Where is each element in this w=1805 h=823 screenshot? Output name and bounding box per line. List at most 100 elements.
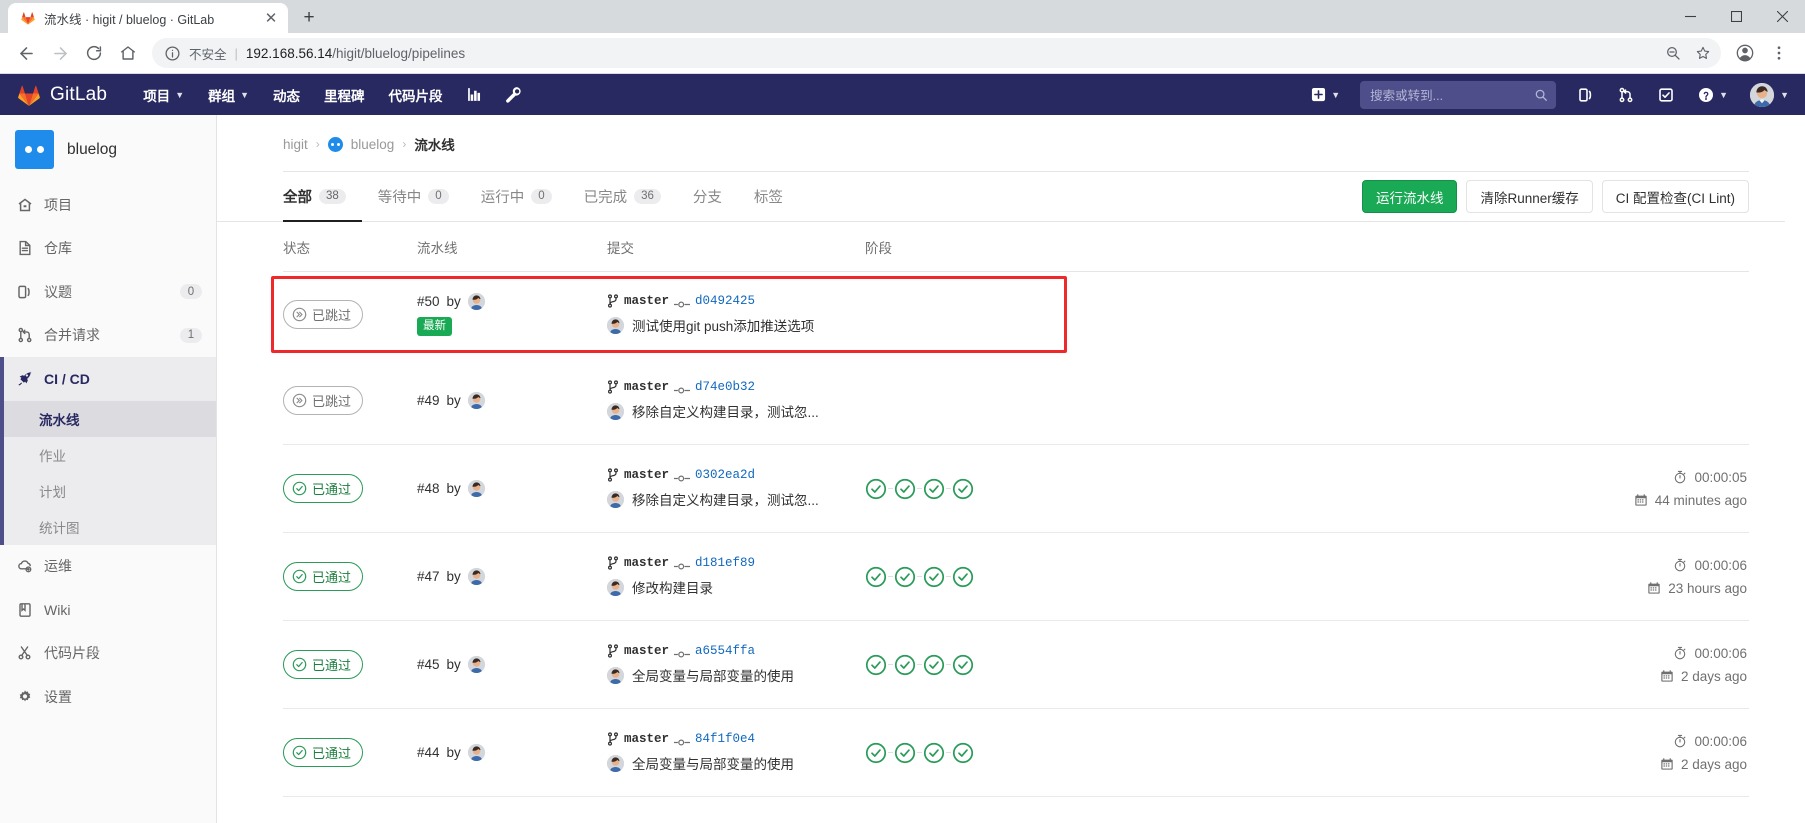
stage-passed-icon[interactable] (894, 654, 916, 676)
close-window-button[interactable] (1759, 0, 1805, 33)
sidebar-item-project[interactable]: 项目 (0, 183, 216, 227)
branch-name[interactable]: master (624, 468, 669, 482)
pipeline-id[interactable]: #49 (417, 393, 440, 408)
stage-passed-icon[interactable] (923, 654, 945, 676)
status-badge[interactable]: 已通过 (283, 738, 364, 767)
pipeline-id[interactable]: #45 (417, 657, 440, 672)
commit-sha[interactable]: d0492425 (695, 294, 755, 308)
status-badge[interactable]: 已通过 (283, 474, 364, 503)
stage-passed-icon[interactable] (865, 654, 887, 676)
project-header[interactable]: bluelog (0, 115, 216, 183)
sidebar-subitem-schedules[interactable]: 计划 (0, 473, 216, 509)
new-item-button[interactable]: ▼ (1301, 87, 1350, 102)
avatar[interactable] (607, 578, 624, 596)
reload-icon[interactable] (78, 37, 110, 69)
stage-passed-icon[interactable] (865, 742, 887, 764)
avatar[interactable] (467, 744, 485, 761)
run-pipeline-button[interactable]: 运行流水线 (1361, 180, 1458, 213)
nav-chart-icon[interactable] (455, 74, 494, 115)
close-tab-icon[interactable]: ✕ (262, 9, 280, 27)
bookmark-star-icon[interactable] (1689, 39, 1717, 67)
maximize-button[interactable] (1713, 0, 1759, 33)
pipeline-id[interactable]: #48 (417, 481, 440, 496)
user-menu[interactable]: ▼ (1740, 82, 1793, 107)
sidebar-item-snippets[interactable]: 代码片段 (0, 632, 216, 676)
branch-name[interactable]: master (624, 644, 669, 658)
nav-wrench-icon[interactable] (494, 74, 533, 115)
status-badge[interactable]: 已通过 (283, 650, 364, 679)
sidebar-item-merge-requests[interactable]: 合并请求 1 (0, 314, 216, 358)
status-badge[interactable]: 已通过 (283, 562, 364, 591)
status-badge[interactable]: 已跳过 (283, 300, 364, 329)
avatar[interactable] (467, 656, 485, 673)
nav-help-icon[interactable]: ▼ (1686, 74, 1740, 115)
branch-name[interactable]: master (624, 556, 669, 570)
commit-sha[interactable]: d74e0b32 (695, 380, 755, 394)
breadcrumb-project[interactable]: bluelog (351, 137, 395, 152)
browser-menu-icon[interactable] (1763, 37, 1795, 69)
sidebar-subitem-jobs[interactable]: 作业 (0, 437, 216, 473)
sidebar-item-settings[interactable]: 设置 (0, 675, 216, 719)
table-row[interactable]: 已通过 #48 by master 0302ea2d 移除自定义构建目录，测试忽… (283, 445, 1749, 533)
nav-item-groups[interactable]: 群组 ▼ (196, 74, 261, 115)
tab-tags[interactable]: 标签 (738, 172, 799, 222)
commit-sha[interactable]: 84f1f0e4 (695, 732, 755, 746)
nav-issues-icon[interactable] (1566, 74, 1606, 115)
avatar[interactable] (467, 293, 485, 311)
commit-sha[interactable]: d181ef89 (695, 556, 755, 570)
nav-item-snippets[interactable]: 代码片段 (377, 74, 455, 115)
breadcrumb-group[interactable]: higit (283, 137, 308, 152)
table-row[interactable]: 已跳过 #50 by 最新 master d0492425 测试使用git pu… (271, 272, 1749, 357)
commit-message[interactable]: 移除自定义构建目录，测试忽... (632, 489, 819, 509)
stage-passed-icon[interactable] (865, 478, 887, 500)
sidebar-item-cicd[interactable]: CI / CD (0, 357, 216, 401)
nav-todos-icon[interactable] (1646, 74, 1686, 115)
branch-name[interactable]: master (624, 380, 669, 394)
status-badge[interactable]: 已跳过 (283, 386, 364, 415)
nav-item-milestones[interactable]: 里程碑 (312, 74, 377, 115)
avatar[interactable] (607, 490, 624, 508)
avatar[interactable] (467, 392, 485, 409)
sidebar-item-wiki[interactable]: Wiki (0, 588, 216, 632)
clear-runner-cache-button[interactable]: 清除Runner缓存 (1466, 180, 1593, 213)
gitlab-logo-icon[interactable] (16, 82, 42, 108)
commit-sha[interactable]: 0302ea2d (695, 468, 755, 482)
stage-passed-icon[interactable] (952, 654, 974, 676)
profile-avatar-icon[interactable] (1729, 37, 1761, 69)
stage-passed-icon[interactable] (952, 478, 974, 500)
table-row[interactable]: 已通过 #47 by master d181ef89 修改构建目录 00:00:… (283, 533, 1749, 621)
stage-passed-icon[interactable] (894, 742, 916, 764)
branch-name[interactable]: master (624, 732, 669, 746)
commit-message[interactable]: 移除自定义构建目录，测试忽... (632, 401, 819, 421)
stage-passed-icon[interactable] (923, 478, 945, 500)
zoom-out-icon[interactable] (1659, 39, 1687, 67)
sidebar-subitem-pipelines[interactable]: 流水线 (0, 400, 216, 437)
forward-icon[interactable] (44, 37, 76, 69)
sidebar-item-issues[interactable]: 议题 0 (0, 270, 216, 314)
avatar[interactable] (467, 480, 485, 497)
avatar[interactable] (467, 568, 485, 585)
pipeline-id[interactable]: #47 (417, 569, 440, 584)
address-bar[interactable]: 不安全 | 192.168.56.14/higit/bluelog/pipeli… (152, 38, 1721, 68)
table-row[interactable]: 已通过 #45 by master a6554ffa 全局变量与局部变量的使用 … (283, 621, 1749, 709)
nav-merge-requests-icon[interactable] (1606, 74, 1646, 115)
sidebar-item-operations[interactable]: 运维 (0, 545, 216, 589)
sidebar-item-repository[interactable]: 仓库 (0, 227, 216, 271)
minimize-button[interactable] (1667, 0, 1713, 33)
tab-branches[interactable]: 分支 (677, 172, 738, 222)
sidebar-subitem-charts[interactable]: 统计图 (0, 509, 216, 545)
ci-lint-button[interactable]: CI 配置检查(CI Lint) (1601, 180, 1749, 213)
nav-item-activity[interactable]: 动态 (261, 74, 312, 115)
tab-finished[interactable]: 已完成 36 (568, 172, 677, 222)
new-tab-button[interactable]: + (294, 2, 324, 32)
stage-passed-icon[interactable] (952, 566, 974, 588)
nav-item-projects[interactable]: 项目 ▼ (131, 74, 196, 115)
pipeline-id[interactable]: #50 (417, 294, 440, 309)
browser-tab[interactable]: 流水线 · higit / bluelog · GitLab ✕ (8, 3, 288, 33)
avatar[interactable] (607, 316, 624, 334)
tab-running[interactable]: 运行中 0 (465, 172, 568, 222)
stage-passed-icon[interactable] (923, 742, 945, 764)
stage-passed-icon[interactable] (894, 566, 916, 588)
home-icon[interactable] (112, 37, 144, 69)
search-input[interactable]: 搜索或转到... (1360, 80, 1557, 109)
